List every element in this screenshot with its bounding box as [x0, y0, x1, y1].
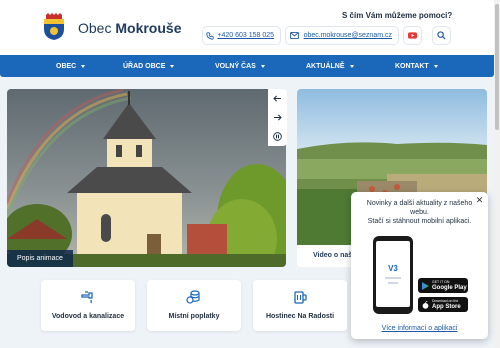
arrow-right-icon	[274, 114, 282, 121]
google-play-button[interactable]: GET IT ON Google Play	[418, 278, 468, 293]
slide-next-button[interactable]	[268, 108, 287, 127]
pause-icon	[273, 132, 282, 141]
page-scrollbar[interactable]	[494, 0, 500, 348]
nav-item-volny-cas[interactable]: VOLNÝ ČAS	[215, 55, 265, 77]
search-button[interactable]	[432, 26, 451, 45]
scrollbar-thumb[interactable]	[495, 4, 499, 130]
popup-message: Novinky a další aktuality z našeho webu.…	[357, 199, 482, 226]
mail-icon	[286, 32, 304, 39]
svg-text:V3: V3	[388, 264, 398, 273]
app-promo-popup: ✕ Novinky a další aktuality z našeho web…	[351, 192, 488, 339]
email-contact[interactable]: obec.mokrouse@seznam.cz	[285, 26, 399, 45]
phone-number: +420 603 158 025	[217, 32, 274, 39]
help-heading: S čím Vám můžeme pomoci?	[342, 11, 453, 20]
coins-icon	[186, 290, 200, 304]
chevron-down-icon	[81, 64, 86, 68]
chevron-down-icon	[170, 64, 175, 68]
quicklink-label: Místní poplatky	[168, 313, 220, 320]
hero-slideshow[interactable]: Popis animace	[7, 89, 286, 267]
quicklink-pub[interactable]: Hostinec Na Radosti	[253, 280, 347, 331]
google-play-icon	[422, 281, 429, 290]
site-title-prefix: Obec	[78, 20, 112, 36]
main-nav: OBEC ÚŘAD OBCE VOLNÝ ČAS AKTUÁLNĚ KONTAK…	[0, 55, 494, 77]
chevron-down-icon	[349, 64, 354, 68]
site-title-name: Mokrouše	[115, 20, 182, 36]
hero-caption[interactable]: Popis animace	[7, 250, 73, 267]
youtube-button[interactable]	[403, 26, 422, 45]
slide-pause-button[interactable]	[268, 127, 287, 146]
beer-mug-icon	[294, 291, 307, 304]
email-address: obec.mokrouse@seznam.cz	[303, 32, 392, 39]
chevron-down-icon	[260, 64, 265, 68]
nav-item-kontakt[interactable]: KONTAKT	[395, 55, 438, 77]
search-icon	[437, 31, 446, 40]
app-store-label: App Store	[432, 303, 461, 310]
phone-mockup-image: V3	[373, 236, 413, 314]
nav-item-label: AKTUÁLNĚ	[306, 62, 345, 70]
nav-item-label: OBEC	[56, 62, 77, 70]
quicklink-fees[interactable]: Místní poplatky	[147, 280, 241, 331]
nav-item-aktualne[interactable]: AKTUÁLNĚ	[306, 55, 354, 77]
nav-item-label: VOLNÝ ČAS	[215, 62, 256, 70]
youtube-icon	[408, 32, 417, 39]
chevron-down-icon	[433, 64, 438, 68]
nav-item-obec[interactable]: OBEC	[56, 55, 86, 77]
popup-line-1: Novinky a další aktuality z našeho	[366, 200, 473, 207]
coat-of-arms-logo[interactable]	[42, 13, 66, 41]
site-header: Obec Mokrouše S čím Vám můžeme pomoci? +…	[0, 0, 500, 55]
site-title[interactable]: Obec Mokrouše	[78, 20, 181, 36]
quicklink-label: Hostinec Na Radosti	[265, 313, 335, 320]
app-store-button[interactable]: Download on the App Store	[418, 297, 468, 312]
phone-icon	[203, 31, 217, 40]
nav-item-label: KONTAKT	[395, 62, 429, 70]
apple-icon	[422, 300, 429, 309]
phone-contact[interactable]: +420 603 158 025	[202, 26, 281, 45]
chapel-photo	[7, 89, 286, 267]
quicklink-label: Vodovod a kanalizace	[51, 313, 125, 320]
water-tap-icon	[81, 291, 93, 304]
nav-item-label: ÚŘAD OBCE	[123, 62, 166, 70]
google-play-label: Google Play	[432, 284, 467, 291]
quicklink-water[interactable]: Vodovod a kanalizace	[41, 280, 135, 331]
slide-prev-button[interactable]	[268, 89, 287, 108]
nav-item-urad-obce[interactable]: ÚŘAD OBCE	[123, 55, 175, 77]
popup-line-3: Stačí si stáhnout mobilní aplikaci.	[367, 218, 472, 225]
arrow-left-icon	[273, 95, 281, 102]
slideshow-controls	[268, 89, 287, 146]
app-info-link[interactable]: Více informací o aplikaci	[351, 325, 488, 332]
popup-line-2: webu.	[410, 209, 429, 216]
